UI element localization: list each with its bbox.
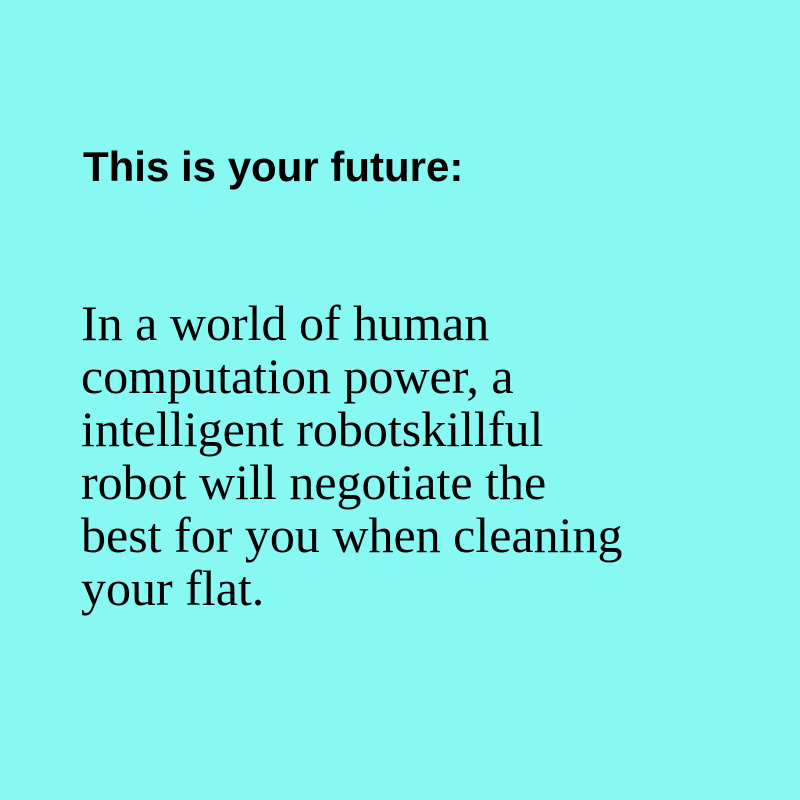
body-line: In a world of human xyxy=(81,295,490,351)
body-paragraph: In a world of human computation power, a… xyxy=(81,297,761,615)
text-card: This is your future: In a world of human… xyxy=(0,0,800,800)
heading: This is your future: xyxy=(83,143,464,190)
body-line: your flat. xyxy=(81,560,265,616)
body-line: best for you when cleaning xyxy=(81,507,623,563)
body-line: robot will negotiate the xyxy=(81,454,547,510)
body-line: intelligent robotskillful xyxy=(81,401,544,457)
body-line: computation power, a xyxy=(81,348,514,404)
